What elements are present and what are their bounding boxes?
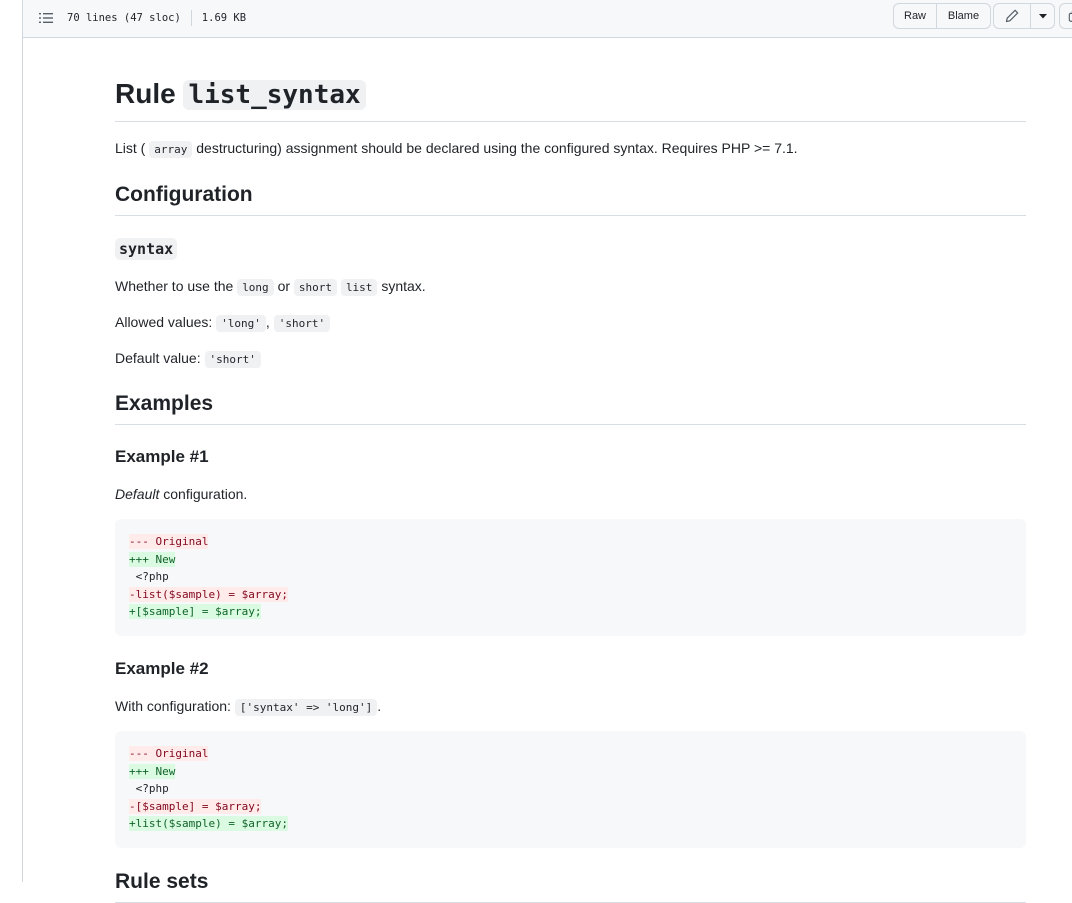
code-line: --- Original [129,533,1012,551]
option-description: Whether to use the long or short list sy… [115,276,1026,298]
code-long: long [237,279,274,296]
code-line: <?php [129,568,1012,586]
heading-configuration: Configuration [115,181,1026,216]
allowed-separator: , [266,314,270,330]
code-line: +++ New [129,551,1012,569]
code-line: +list($sample) = $array; [129,815,1012,833]
option-heading: syntax [115,237,177,261]
code-line: <?php [129,780,1012,798]
line-count: 70 lines (47 sloc) [67,12,181,24]
code-short: short [294,279,337,296]
allowed-value-short: 'short' [274,315,330,332]
triangle-down-icon [1039,12,1047,20]
code-line: --- Original [129,745,1012,763]
example-1-heading: Example #1 [115,445,209,469]
raw-blame-group: Raw Blame [893,3,991,29]
code-line: -list($sample) = $array; [129,586,1012,604]
file-view: 70 lines (47 sloc) 1.69 KB Raw Blame [22,0,1072,882]
edit-dropdown-button[interactable] [1031,3,1055,29]
file-size: 1.69 KB [202,12,246,24]
example-1-code: --- Original +++ New <?php -list($sample… [115,519,1026,636]
example-2-config-code: ['syntax' => 'long'] [235,699,377,716]
example-2-heading: Example #2 [115,657,209,681]
option-desc-end: syntax. [381,278,425,294]
page-title: Rule list_syntax [115,76,1026,122]
edit-group [993,3,1055,29]
example-2-desc: With configuration: [115,698,231,714]
edit-button[interactable] [993,3,1031,29]
default-value-code: 'short' [205,351,261,368]
example-2-desc-end: . [377,698,381,714]
code-line: +[$sample] = $array; [129,603,1012,621]
raw-button[interactable]: Raw [893,3,937,29]
allowed-label: Allowed values: [115,314,212,330]
copy-icon [1068,9,1072,23]
option-name: syntax [115,238,177,260]
intro-paragraph: List ( array destructuring) assignment s… [115,138,1026,160]
intro-text-a: List ( [115,140,145,156]
option-desc-text: Whether to use the [115,278,233,294]
file-header: 70 lines (47 sloc) 1.69 KB Raw Blame [23,0,1072,38]
heading-rule-sets: Rule sets [115,868,1026,903]
code-line: -[$sample] = $array; [129,798,1012,816]
allowed-values: Allowed values: 'long', 'short' [115,312,1026,334]
divider [191,10,192,26]
example-1-desc-em: Default [115,486,159,502]
intro-text-b: destructuring) assignment should be decl… [196,140,797,156]
title-prefix: Rule [115,78,176,109]
title-code: list_syntax [183,80,365,110]
copy-raw-button[interactable] [1059,3,1072,29]
heading-examples: Examples [115,390,1026,425]
intro-code: array [149,141,192,158]
default-value: Default value: 'short' [115,348,1026,370]
file-info: 70 lines (47 sloc) 1.69 KB [67,10,246,26]
allowed-value-long: 'long' [216,315,266,332]
pencil-icon [1005,9,1019,23]
example-1-desc-rest: configuration. [163,486,247,502]
default-label: Default value: [115,350,201,366]
option-desc-or: or [278,278,290,294]
code-line: +++ New [129,763,1012,781]
toc-icon[interactable] [38,10,54,26]
code-list: list [341,279,378,296]
example-2-code: --- Original +++ New <?php -[$sample] = … [115,731,1026,848]
example-2-description: With configuration: ['syntax' => 'long']… [115,696,1026,718]
blame-button[interactable]: Blame [937,3,991,29]
example-1-description: Default configuration. [115,484,1026,504]
